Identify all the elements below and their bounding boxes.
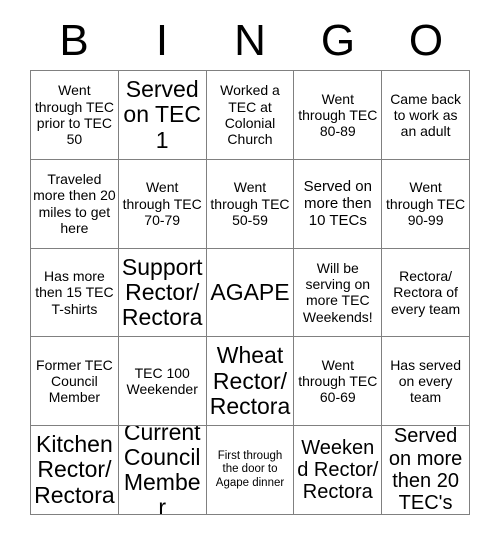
- bingo-cell-label: Support Rector/ Rectora: [121, 253, 203, 331]
- bingo-cell-label: Worked a TEC at Colonial Church: [220, 82, 280, 148]
- bingo-cell-o3[interactable]: Rectora/ Rectora of every team: [382, 248, 470, 338]
- bingo-cell-b2[interactable]: Traveled more then 20 miles to get here: [31, 159, 119, 249]
- bingo-cell-label: Wheat Rector/ Rectora: [209, 342, 291, 419]
- header-letter-g: G: [320, 16, 356, 65]
- bingo-cell-label: Former TEC Council Member: [36, 356, 113, 406]
- bingo-cell-o2[interactable]: Went through TEC 90-99: [382, 159, 470, 249]
- bingo-cell-n4[interactable]: Wheat Rector/ Rectora: [206, 337, 295, 427]
- bingo-cell-n5[interactable]: First through the door to Agape dinner: [206, 426, 295, 515]
- bingo-cell-label: Served on more then 20 TEC's: [388, 426, 463, 515]
- bingo-cell-label: AGAPE: [210, 278, 290, 305]
- bingo-cell-i2[interactable]: Went through TEC 70-79: [118, 159, 207, 249]
- bingo-cell-i3[interactable]: Support Rector/ Rectora: [118, 248, 207, 338]
- bingo-cell-label: TEC 100 Weekender: [126, 365, 198, 398]
- bingo-cell-label: First through the door to Agape dinner: [215, 449, 285, 489]
- bingo-cell-g2[interactable]: Served on more then 10 TECs: [294, 159, 383, 249]
- bingo-cell-label: Served on TEC 1: [123, 75, 201, 153]
- bingo-cell-g4[interactable]: Went through TEC 60-69: [294, 337, 383, 427]
- bingo-cell-o5[interactable]: Served on more then 20 TEC's: [382, 426, 470, 515]
- bingo-cell-g1[interactable]: Went through TEC 80-89: [294, 71, 383, 160]
- bingo-grid: Went through TEC prior to TEC 50 Served …: [30, 70, 470, 515]
- header-letter-i: I: [155, 16, 169, 65]
- bingo-cell-g5[interactable]: Weekend Rector/ Rectora: [294, 426, 383, 515]
- bingo-cell-label: Weekend Rector/ Rectora: [297, 436, 379, 504]
- bingo-cell-label: Went through TEC 80-89: [298, 90, 378, 140]
- bingo-card: B I N G O Went through TEC prior to TEC …: [0, 0, 500, 544]
- bingo-cell-i1[interactable]: Served on TEC 1: [118, 71, 207, 160]
- bingo-cell-label: Rectora/ Rectora of every team: [390, 268, 461, 317]
- bingo-header: B I N G O: [30, 14, 470, 68]
- bingo-cell-n1[interactable]: Worked a TEC at Colonial Church: [206, 71, 295, 160]
- bingo-cell-label: Will be serving on more TEC Weekends!: [302, 260, 373, 325]
- bingo-cell-b5[interactable]: Kitchen Rector/ Rectora: [31, 426, 119, 515]
- bingo-cell-label: Came back to work as an adult: [390, 90, 461, 140]
- bingo-cell-n2[interactable]: Went through TEC 50-59: [206, 159, 295, 249]
- bingo-cell-label: Went through TEC prior to TEC 50: [34, 82, 114, 148]
- bingo-cell-label: Current Council Member: [123, 426, 201, 515]
- bingo-cell-label: Traveled more then 20 miles to get here: [33, 171, 116, 236]
- bingo-cell-label: Has more then 15 TEC T-shirts: [35, 268, 114, 317]
- bingo-cell-b4[interactable]: Former TEC Council Member: [31, 337, 119, 427]
- header-letter-o: O: [408, 16, 444, 65]
- bingo-cell-o4[interactable]: Has served on every team: [382, 337, 470, 427]
- header-letter-b: B: [59, 16, 89, 65]
- bingo-cell-n3[interactable]: AGAPE: [206, 248, 295, 338]
- bingo-cell-label: Kitchen Rector/ Rectora: [34, 431, 115, 508]
- bingo-cell-b1[interactable]: Went through TEC prior to TEC 50: [31, 71, 119, 160]
- bingo-cell-label: Went through TEC 90-99: [386, 179, 466, 228]
- bingo-cell-i5[interactable]: Current Council Member: [118, 426, 207, 515]
- bingo-cell-label: Served on more then 10 TECs: [303, 177, 372, 230]
- bingo-cell-label: Went through TEC 50-59: [210, 179, 290, 228]
- bingo-cell-i4[interactable]: TEC 100 Weekender: [118, 337, 207, 427]
- bingo-cell-b3[interactable]: Has more then 15 TEC T-shirts: [31, 248, 119, 338]
- bingo-cell-label: Went through TEC 70-79: [122, 179, 202, 228]
- bingo-cell-o1[interactable]: Came back to work as an adult: [382, 71, 470, 160]
- header-letter-n: N: [234, 16, 266, 65]
- bingo-cell-label: Has served on every team: [390, 356, 461, 406]
- bingo-cell-g3[interactable]: Will be serving on more TEC Weekends!: [294, 248, 383, 338]
- bingo-cell-label: Went through TEC 60-69: [298, 356, 378, 406]
